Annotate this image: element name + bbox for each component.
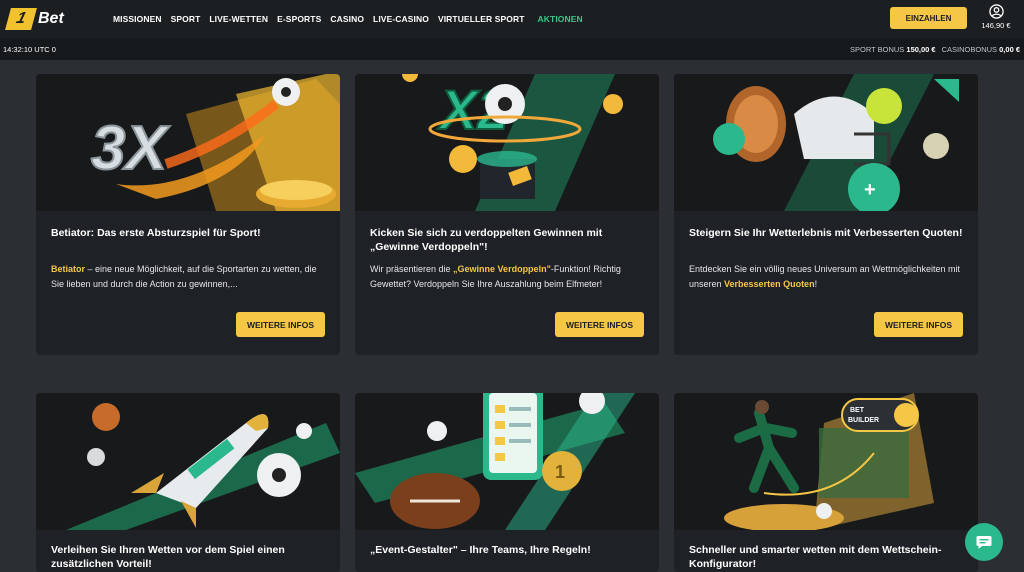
nav-missionen[interactable]: MISSIONEN (113, 14, 162, 24)
logo-mark: 1 (5, 8, 37, 30)
card-title: Kicken Sie sich zu verdoppelten Gewinnen… (370, 227, 603, 253)
sport-bonus-label: SPORT BONUS (849, 45, 905, 54)
event-builder-banner-image: 1 (355, 393, 659, 530)
casino-bonus: CASINOBONUS 0,00 € (942, 45, 1020, 54)
card-description-text: – eine neue Möglichkeit, auf die Sportar… (51, 264, 317, 289)
card-description-text: ! (814, 279, 818, 289)
enhanced-odds-banner-image: + (674, 74, 978, 211)
promo-card-enhanced-odds[interactable]: + Steigern Sie Ihr Wetterlebnis mit Verb… (674, 74, 978, 355)
casino-bonus-label: CASINOBONUS (941, 45, 998, 54)
nav-virtueller-sport[interactable]: VIRTUELLER SPORT (438, 14, 525, 24)
user-circle-icon (988, 4, 1004, 19)
promo-card-event-builder[interactable]: 1 „Event-Gestalter" – Ihre Teams, Ihre R… (355, 393, 659, 572)
nav-e-sports[interactable]: E-SPORTS (277, 14, 321, 24)
card-title: „Event-Gestalter" – Ihre Teams, Ihre Reg… (370, 544, 591, 556)
double-winnings-banner-image: X2 (355, 74, 659, 211)
betiator-banner-image: 3X (36, 74, 340, 211)
nav-live-wetten[interactable]: LIVE-WETTEN (209, 14, 268, 24)
nav-aktionen[interactable]: AKTIONEN (538, 14, 583, 24)
card-highlight[interactable]: Verbesserten Quoten (724, 279, 815, 289)
bet-builder-badge-text-2: BUILDER (848, 417, 879, 424)
account-menu[interactable]: 146,90 € (976, 4, 1016, 34)
bet-builder-badge-text: BET (850, 407, 865, 414)
promo-card-double-winnings[interactable]: X2 Kicken Sie sich zu verdoppelten Gewin… (355, 74, 659, 355)
card-highlight[interactable]: Betiator (51, 264, 85, 274)
chat-bubble-icon (976, 536, 992, 549)
logo-text: Bet (38, 10, 64, 27)
live-chat-button[interactable] (965, 523, 1003, 561)
casino-bonus-value: 0,00 € (999, 45, 1020, 54)
card-description: Wir präsentieren die „Gewinne Verdoppeln… (370, 262, 645, 292)
sport-bonus: SPORT BONUS 150,00 € (850, 45, 936, 54)
nav-casino[interactable]: CASINO (330, 14, 364, 24)
bet-builder-banner-image: BET BUILDER (674, 393, 978, 530)
clock: 14:32:10 UTC 0 (3, 45, 56, 54)
promo-card-pre-match-advantage[interactable]: Verleihen Sie Ihren Wetten vor dem Spiel… (36, 393, 340, 572)
bonus-balances: SPORT BONUS 150,00 € CASINOBONUS 0,00 € (850, 45, 1020, 54)
deposit-button[interactable]: EINZAHLEN (890, 7, 967, 29)
svg-text:3X: 3X (91, 114, 170, 183)
card-title: Steigern Sie Ihr Wetterlebnis mit Verbes… (689, 227, 963, 239)
rocket-banner-image (36, 393, 340, 530)
account-balance: 146,90 € (981, 21, 1011, 30)
more-info-button[interactable]: WEITERE INFOS (236, 312, 325, 337)
svg-text:+: + (864, 179, 876, 201)
status-bar: 14:32:10 UTC 0 SPORT BONUS 150,00 € CASI… (0, 38, 1024, 60)
nav-live-casino[interactable]: LIVE-CASINO (373, 14, 429, 24)
card-description: Betiator – eine neue Möglichkeit, auf di… (51, 262, 326, 292)
promo-card-bet-builder[interactable]: BET BUILDER Schneller und smarter wetten… (674, 393, 978, 572)
svg-text:1: 1 (555, 462, 565, 482)
card-title: Verleihen Sie Ihren Wetten vor dem Spiel… (51, 544, 285, 570)
more-info-button[interactable]: WEITERE INFOS (555, 312, 644, 337)
sport-bonus-value: 150,00 € (906, 45, 936, 54)
card-description: Entdecken Sie ein völlig neues Universum… (689, 262, 964, 292)
card-title: Schneller und smarter wetten mit dem Wet… (689, 544, 942, 570)
logo[interactable]: 1 Bet (5, 8, 80, 30)
main-nav: MISSIONEN SPORT LIVE-WETTEN E-SPORTS CAS… (113, 0, 583, 38)
card-title: Betiator: Das erste Absturzspiel für Spo… (51, 227, 261, 239)
card-highlight[interactable]: „Gewinne Verdoppeln" (453, 264, 551, 274)
more-info-button[interactable]: WEITERE INFOS (874, 312, 963, 337)
top-navigation: 1 Bet MISSIONEN SPORT LIVE-WETTEN E-SPOR… (0, 0, 1024, 38)
nav-sport[interactable]: SPORT (171, 14, 201, 24)
promo-card-betiator[interactable]: 3X Betiator: Das erste Absturzspiel für … (36, 74, 340, 355)
card-description-pre: Wir präsentieren die (370, 264, 454, 274)
